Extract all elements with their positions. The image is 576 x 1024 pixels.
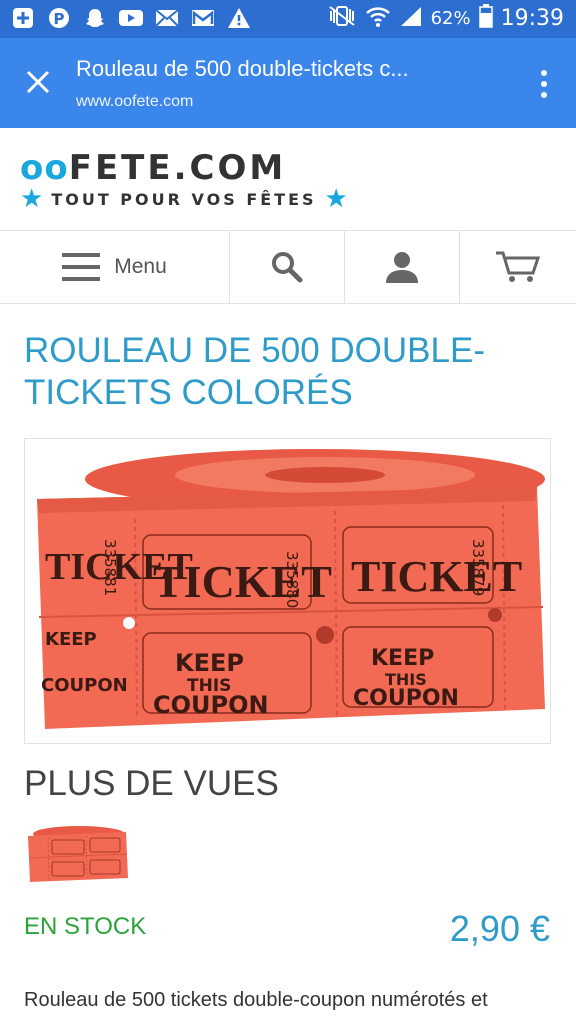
ticket-number-1: 335881 bbox=[101, 539, 119, 596]
tagline-text: TOUT POUR VOS FÊTES bbox=[51, 189, 317, 209]
notification-icons: P bbox=[10, 5, 252, 31]
ticket-word-2: TICKET bbox=[351, 552, 522, 601]
plus-box-icon bbox=[10, 5, 36, 31]
logo-oo: oo bbox=[20, 148, 69, 188]
hamburger-icon bbox=[62, 253, 101, 281]
coupon-text-left: COUPON bbox=[41, 675, 128, 696]
site-logo[interactable]: ooFETE.COM bbox=[20, 148, 286, 188]
product-thumbnail[interactable] bbox=[24, 822, 128, 886]
site-header: ooFETE.COM ★ TOUT POUR VOS FÊTES ★ bbox=[0, 128, 576, 231]
close-tab-button[interactable] bbox=[14, 58, 62, 106]
pinterest-icon: P bbox=[46, 5, 72, 31]
more-views-heading: PLUS DE VUES bbox=[24, 764, 279, 803]
system-icons: 62% 19:39 bbox=[327, 4, 564, 33]
status-bar: P 62% 19:39 bbox=[0, 0, 576, 38]
star-icon: ★ bbox=[20, 184, 44, 214]
menu-button[interactable]: Menu bbox=[0, 231, 230, 303]
product-price: 2,90 € bbox=[449, 908, 550, 949]
ticket-word-1: TICKET bbox=[153, 556, 332, 607]
search-button[interactable] bbox=[230, 231, 345, 303]
mail-icon bbox=[154, 5, 180, 31]
ticket-number-2: 335880 bbox=[283, 551, 301, 608]
coupon-text-2: COUPON bbox=[353, 686, 459, 711]
product-title: ROULEAU DE 500 DOUBLE-TICKETS COLORÉS bbox=[24, 331, 485, 412]
svg-text:P: P bbox=[54, 10, 65, 28]
site-nav: Menu bbox=[0, 231, 576, 304]
coupon-text-1: COUPON bbox=[153, 691, 269, 719]
browser-tab-bar: Rouleau de 500 double-tickets c... www.o… bbox=[0, 38, 576, 128]
stock-status: EN STOCK bbox=[24, 913, 147, 940]
snapchat-icon bbox=[82, 5, 108, 31]
gmail-icon bbox=[190, 5, 216, 31]
keep-text-1: KEEP bbox=[175, 649, 244, 677]
ticket-number-3: 335879 bbox=[469, 539, 487, 596]
mute-vibrate-icon bbox=[327, 4, 357, 33]
keep-text-left: KEEP bbox=[45, 629, 97, 650]
account-button[interactable] bbox=[345, 231, 460, 303]
keep-text-2: KEEP bbox=[371, 646, 434, 671]
logo-name: FETE.COM bbox=[68, 148, 287, 188]
wifi-icon bbox=[365, 4, 391, 33]
warning-icon bbox=[226, 5, 252, 31]
product-image[interactable]: TICKET TICKET TICKET 335881 335880 33587… bbox=[24, 438, 551, 744]
tab-title: Rouleau de 500 double-tickets c... bbox=[76, 56, 409, 81]
logo-tagline: ★ TOUT POUR VOS FÊTES ★ bbox=[20, 184, 348, 214]
user-icon bbox=[386, 252, 418, 283]
menu-label: Menu bbox=[114, 255, 167, 278]
battery-icon bbox=[478, 4, 493, 33]
youtube-icon bbox=[118, 5, 144, 31]
battery-percent: 62% bbox=[430, 8, 471, 29]
tab-url[interactable]: www.oofete.com bbox=[76, 93, 193, 111]
clock: 19:39 bbox=[500, 6, 564, 31]
cart-icon bbox=[496, 251, 541, 282]
signal-icon bbox=[399, 5, 423, 32]
search-icon bbox=[272, 252, 303, 283]
product-description: Rouleau de 500 tickets double-coupon num… bbox=[24, 989, 488, 1011]
cart-button[interactable] bbox=[460, 231, 576, 303]
star-icon: ★ bbox=[324, 184, 348, 214]
overflow-menu-button[interactable] bbox=[528, 64, 560, 104]
close-icon bbox=[26, 70, 50, 94]
